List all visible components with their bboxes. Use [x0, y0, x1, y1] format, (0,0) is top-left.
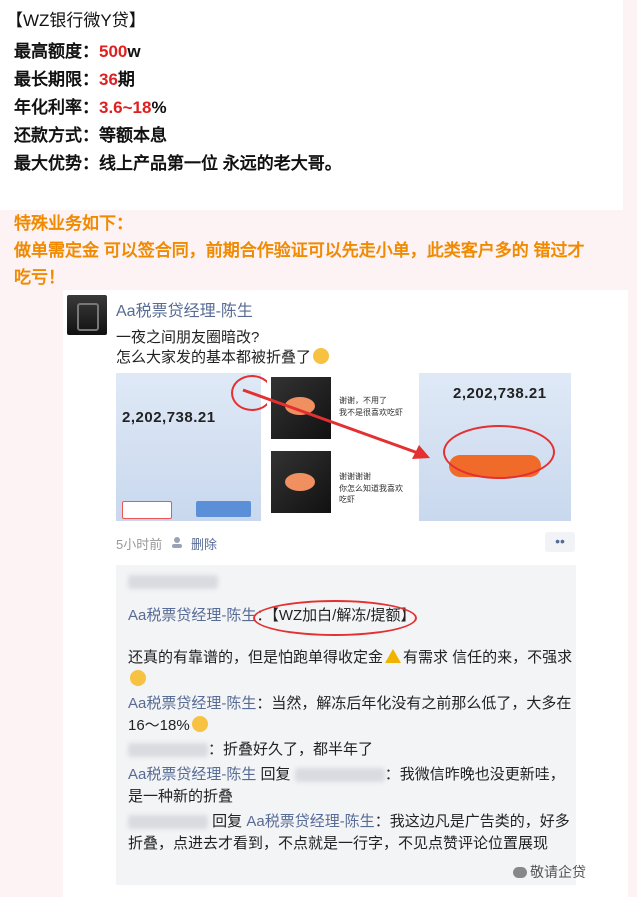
special-line-2: 吃亏！: [14, 268, 65, 287]
comment-2: 还真的有靠谱的，但是怕跑单得收定金 有需求 信任的来，不强求: [128, 647, 573, 691]
image-amount: 2,202,738.21: [122, 409, 216, 426]
comment-3: Aa税票贷经理-陈生：当然，解冻后年化没有之前那么低了，大多在16～18%: [128, 695, 572, 734]
emoji-icon: [130, 670, 146, 686]
promo-row-max-amount: 最高额度：500w: [14, 42, 141, 61]
avatar[interactable]: [67, 295, 107, 335]
more-actions-button[interactable]: ••: [545, 532, 575, 552]
special-line-1: 做单需定金 可以签合同，前期合作验证可以先走小单，此类客户多的 错过才: [14, 241, 585, 260]
post-text-line-1: 一夜之间朋友圈暗改?: [116, 329, 260, 346]
emoji-icon: [313, 348, 330, 364]
moments-post: Aa税票贷经理-陈生 一夜之间朋友圈暗改? 怎么大家发的基本都被折叠了 2,20…: [63, 290, 628, 897]
warning-icon: [385, 649, 402, 663]
comment-4: ：折叠好久了，都半年了: [128, 739, 573, 761]
comment-6: 回复 Aa税票贷经理-陈生：我这边凡是广告类的，好多折叠，点进去才看到，不点就是…: [128, 813, 570, 852]
red-arrow-icon: [242, 388, 430, 459]
promo-header: 【WZ银行微Y贷】 最高额度：500w 最长期限：36期 年化利率：3.6~18…: [0, 0, 637, 290]
chat-text: 你怎么知道我喜欢吃虾: [339, 484, 403, 504]
delete-link[interactable]: 删除: [191, 534, 217, 553]
watermark: 敬请企贷: [513, 862, 586, 882]
promo-card: 【WZ银行微Y贷】 最高额度：500w 最长期限：36期 年化利率：3.6~18…: [0, 0, 623, 210]
likes-row: [128, 573, 218, 591]
highlight-circle: [253, 600, 417, 636]
promo-row-repayment: 还款方式：等额本息: [14, 126, 167, 145]
highlight-circle: [443, 425, 555, 479]
image-button: [122, 501, 172, 519]
promo-row-term: 最长期限：36期: [14, 70, 135, 89]
comments-area: Aa税票贷经理-陈生：【WZ加白/解冻/提额】 还真的有靠谱的，但是怕跑单得收定…: [116, 565, 576, 885]
special-title: 特殊业务如下：: [14, 214, 133, 233]
chat-text: 谢谢谢谢: [339, 472, 371, 481]
image-amount: 2,202,738.21: [453, 385, 547, 402]
post-text-line-2: 怎么大家发的基本都被折叠了: [116, 346, 330, 367]
promo-row-rate: 年化利率：3.6~18%: [14, 98, 167, 117]
promo-row-advantage: 最大优势：线上产品第一位 永远的老大哥。: [14, 154, 342, 173]
comment-5: Aa税票贷经理-陈生 回复 ：我微信昨晚也没更新哇，是一种新的折叠: [128, 766, 565, 805]
post-author[interactable]: Aa税票贷经理-陈生: [116, 297, 253, 321]
image-button: [196, 501, 251, 517]
post-time: 5小时前: [116, 537, 163, 552]
promo-title: 【WZ银行微Y贷】: [6, 11, 146, 30]
privacy-icon: [171, 535, 183, 548]
emoji-icon: [191, 716, 208, 732]
wechat-icon: [513, 867, 527, 878]
